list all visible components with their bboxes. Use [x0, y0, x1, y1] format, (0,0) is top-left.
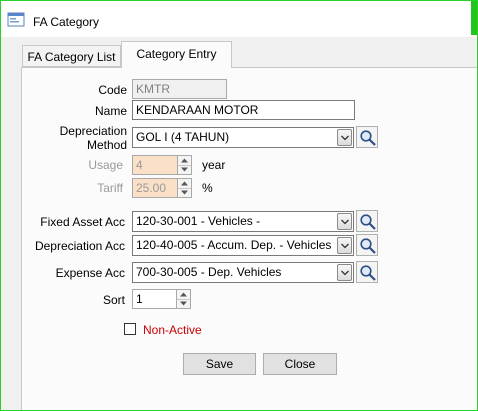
fixed-asset-acc-value: 120-30-001 - Vehicles - — [136, 214, 261, 228]
name-label: Name — [94, 104, 127, 118]
category-entry-panel: Code KMTR Name KENDARAAN MOTOR Depreciat… — [21, 67, 477, 410]
depreciation-method-search-button[interactable] — [356, 126, 378, 148]
depreciation-acc-label: Depreciation Acc — [34, 239, 125, 253]
depreciation-method-value: GOL I (4 TAHUN) — [136, 130, 230, 144]
sort-stepper[interactable] — [176, 289, 191, 309]
fixed-asset-acc-combo[interactable]: 120-30-001 - Vehicles - — [132, 211, 354, 232]
tariff-label: Tariff — [97, 181, 123, 195]
usage-field[interactable]: 4 — [132, 155, 178, 175]
non-active-checkbox[interactable] — [124, 323, 136, 335]
code-label: Code — [98, 83, 127, 97]
chevron-down-icon[interactable] — [337, 129, 352, 146]
tariff-field[interactable]: 25.00 — [132, 178, 178, 198]
code-field[interactable]: KMTR — [132, 79, 227, 99]
usage-spin-down[interactable] — [178, 165, 191, 174]
app-form-icon — [7, 11, 25, 27]
tariff-stepper[interactable] — [177, 178, 192, 198]
fixed-asset-acc-search-button[interactable] — [356, 210, 378, 232]
window-title: FA Category — [33, 15, 100, 29]
depreciation-method-label: Depreciation Method — [22, 124, 127, 152]
search-icon — [360, 214, 376, 230]
sort-field[interactable]: 1 — [132, 289, 177, 309]
search-icon — [360, 265, 376, 281]
depreciation-method-combo[interactable]: GOL I (4 TAHUN) — [132, 127, 354, 148]
usage-stepper[interactable] — [177, 155, 192, 175]
save-button[interactable]: Save — [183, 353, 256, 375]
tariff-unit: % — [202, 181, 213, 195]
depreciation-acc-combo[interactable]: 120-40-005 - Accum. Dep. - Vehicles — [132, 235, 354, 256]
expense-acc-combo[interactable]: 700-30-005 - Dep. Vehicles — [132, 262, 354, 283]
tariff-spin-down[interactable] — [178, 188, 191, 197]
fa-category-window: FA Category FA Category List Category En… — [0, 0, 478, 411]
tab-fa-category-list[interactable]: FA Category List — [22, 45, 121, 67]
non-active-label[interactable]: Non-Active — [143, 323, 202, 337]
fixed-asset-acc-label: Fixed Asset Acc — [40, 215, 125, 229]
expense-acc-label: Expense Acc — [55, 266, 125, 280]
search-icon — [360, 238, 376, 254]
window-edge-accent — [471, 1, 477, 35]
depreciation-method-label-line1: Depreciation — [59, 124, 127, 138]
tab-strip: FA Category List Category Entry — [1, 37, 477, 68]
close-button[interactable]: Close — [263, 353, 337, 375]
depreciation-acc-value: 120-40-005 - Accum. Dep. - Vehicles — [136, 238, 331, 252]
sort-spin-down[interactable] — [177, 299, 190, 308]
chevron-down-icon[interactable] — [337, 264, 352, 281]
usage-unit: year — [202, 158, 226, 172]
chevron-down-icon[interactable] — [337, 213, 352, 230]
expense-acc-search-button[interactable] — [356, 261, 378, 283]
search-icon — [360, 130, 376, 146]
usage-label: Usage — [88, 158, 123, 172]
expense-acc-value: 700-30-005 - Dep. Vehicles — [136, 265, 282, 279]
sort-label: Sort — [102, 293, 125, 307]
depreciation-acc-search-button[interactable] — [356, 234, 378, 256]
name-field[interactable]: KENDARAAN MOTOR — [132, 100, 355, 120]
chevron-down-icon[interactable] — [337, 237, 352, 254]
tab-category-entry[interactable]: Category Entry — [121, 41, 232, 68]
title-bar: FA Category — [1, 1, 477, 37]
depreciation-method-label-line2: Method — [86, 138, 127, 152]
